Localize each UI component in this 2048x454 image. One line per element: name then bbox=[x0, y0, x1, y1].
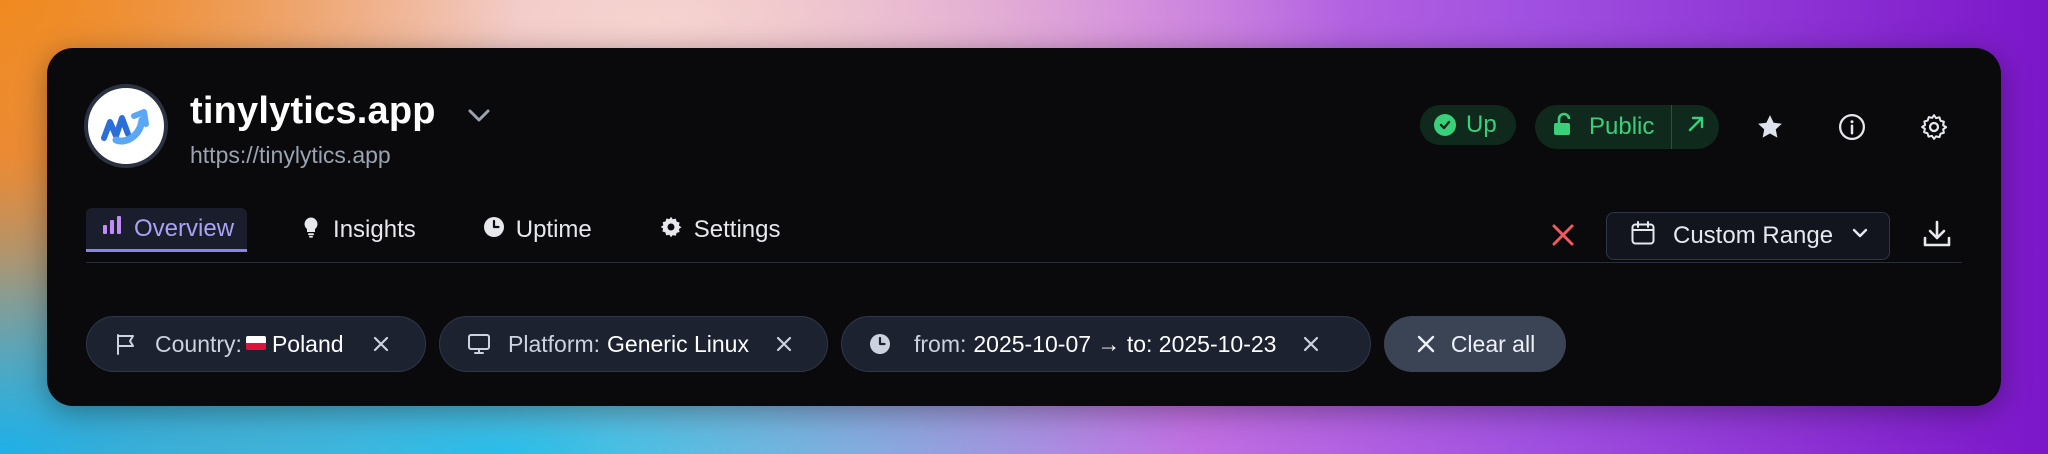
public-label: Public bbox=[1589, 113, 1655, 140]
tab-label: Insights bbox=[333, 216, 416, 243]
clock-icon bbox=[868, 332, 892, 356]
open-public-link-button[interactable] bbox=[1672, 105, 1719, 149]
info-icon[interactable] bbox=[1835, 110, 1869, 144]
site-switcher-chevron-icon[interactable] bbox=[462, 98, 496, 132]
tab-label: Uptime bbox=[515, 216, 592, 243]
download-icon[interactable] bbox=[1919, 216, 1955, 252]
tab-settings[interactable]: Settings bbox=[658, 208, 781, 252]
monitor-icon bbox=[466, 331, 492, 357]
filter-key: Country: bbox=[155, 330, 242, 357]
bar-chart-icon bbox=[100, 213, 124, 244]
visibility-badge: Public bbox=[1535, 105, 1719, 149]
favorite-star-icon[interactable] bbox=[1753, 110, 1787, 144]
clear-all-button[interactable]: Clear all bbox=[1384, 316, 1566, 372]
clear-all-label: Clear all bbox=[1450, 330, 1536, 357]
filter-key: from: bbox=[914, 330, 967, 357]
calendar-icon bbox=[1629, 219, 1657, 254]
filter-chip-platform: Platform: Generic Linux bbox=[439, 316, 828, 372]
chevron-down-icon bbox=[1849, 222, 1871, 251]
clear-filters-close-icon[interactable] bbox=[1547, 219, 1579, 251]
filter-value: 2025-10-07 → to: 2025-10-23 bbox=[973, 330, 1277, 357]
filter-key: Platform: bbox=[508, 330, 601, 357]
unlock-icon bbox=[1549, 110, 1577, 145]
date-range-dropdown[interactable]: Custom Range bbox=[1606, 212, 1890, 260]
poland-flag-icon bbox=[245, 335, 266, 350]
check-circle-icon bbox=[1434, 114, 1456, 136]
remove-filter-icon[interactable] bbox=[1296, 329, 1326, 359]
logo-icon bbox=[101, 109, 149, 145]
public-toggle-button[interactable]: Public bbox=[1535, 105, 1671, 149]
clock-icon bbox=[482, 215, 506, 246]
uptime-status-label: Up bbox=[1466, 111, 1497, 138]
tab-bar: Overview Insights Uptime Settings bbox=[86, 208, 781, 252]
tab-uptime[interactable]: Uptime bbox=[482, 208, 592, 252]
filter-chip-date-range: from: 2025-10-07 → to: 2025-10-23 bbox=[841, 316, 1371, 372]
tab-label: Overview bbox=[134, 214, 235, 242]
filter-value: Generic Linux bbox=[607, 330, 749, 357]
tab-overview[interactable]: Overview bbox=[86, 208, 248, 252]
site-header-card: tinylytics.app https://tinylytics.app Up… bbox=[47, 48, 2001, 406]
tab-label: Settings bbox=[693, 216, 781, 243]
gear-icon[interactable] bbox=[1917, 110, 1951, 144]
gear-icon bbox=[658, 214, 684, 247]
external-arrow-icon bbox=[1684, 112, 1708, 143]
site-logo[interactable] bbox=[84, 84, 168, 168]
site-title: tinylytics.app bbox=[190, 90, 436, 132]
site-url: https://tinylytics.app bbox=[190, 142, 391, 168]
filter-chip-country: Country: Poland bbox=[86, 316, 426, 372]
remove-filter-icon[interactable] bbox=[366, 329, 396, 359]
tab-insights[interactable]: Insights bbox=[299, 208, 416, 252]
close-icon bbox=[1415, 333, 1437, 355]
flag-outline-icon bbox=[113, 331, 139, 357]
lightbulb-icon bbox=[299, 215, 323, 246]
date-range-label: Custom Range bbox=[1673, 222, 1834, 249]
tab-divider bbox=[86, 262, 1962, 263]
filter-value: Poland bbox=[271, 330, 344, 357]
remove-filter-icon[interactable] bbox=[769, 329, 799, 359]
uptime-status-badge: Up bbox=[1420, 105, 1516, 145]
